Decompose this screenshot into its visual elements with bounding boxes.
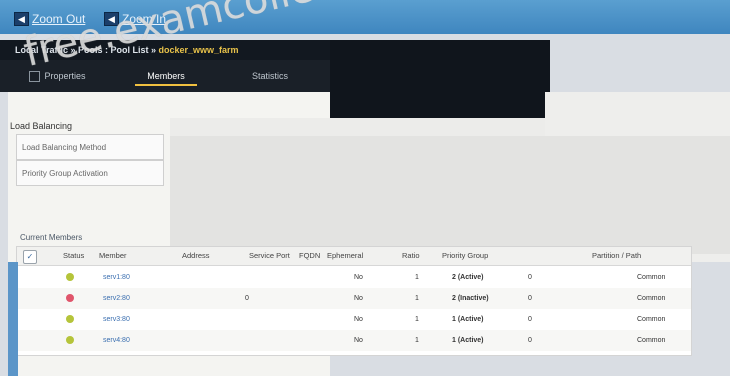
col-partition[interactable]: Partition / Path [592, 247, 641, 265]
ephemeral-cell: No [354, 316, 363, 323]
ephemeral-cell: No [354, 337, 363, 344]
priority-group-cell: 1 (Active) [452, 316, 484, 323]
tab-bar: Properties Members Statistics [0, 60, 330, 92]
select-all-checkbox[interactable]: ✓ [23, 250, 37, 264]
partition-cell: Common [637, 295, 666, 302]
redacted-area-top [170, 118, 545, 138]
current-members-title: Current Members [20, 233, 83, 242]
ephemeral-cell: No [354, 295, 363, 302]
zoom-out-label: Zoom Out [32, 12, 86, 26]
tab-members[interactable]: Members [135, 66, 197, 86]
header-dark-region [330, 40, 550, 126]
priority-group-activation-label: Priority Group Activation [16, 160, 164, 186]
tab-members-label: Members [147, 71, 185, 81]
partition-cell: Common [637, 274, 666, 281]
breadcrumb: Local Traffic » Pools : Pool List » dock… [0, 40, 330, 60]
status-icon [66, 273, 74, 281]
zoom-out-button[interactable]: ◀ Zoom Out [14, 11, 85, 27]
member-link[interactable]: serv1:80 [103, 267, 130, 288]
member-link[interactable]: serv3:80 [103, 309, 130, 330]
redacted-area [170, 136, 730, 254]
load-balancing-title: Load Balancing [10, 121, 73, 131]
connection-limit-cell: 0 [528, 337, 532, 344]
col-member[interactable]: Member [99, 247, 127, 265]
status-icon [66, 336, 74, 344]
zoom-in-label: Zoom In [122, 12, 167, 26]
col-address[interactable]: Address [182, 247, 210, 265]
partition-cell: Common [637, 337, 666, 344]
member-link[interactable]: serv4:80 [103, 330, 130, 351]
priority-group-cell: 2 (Active) [452, 274, 484, 281]
table-row[interactable]: serv3:80 No 1 1 (Active) 0 Common [17, 309, 691, 330]
member-link[interactable]: serv2:80 [103, 288, 130, 309]
col-ratio[interactable]: Ratio [402, 247, 420, 265]
gear-icon [29, 71, 41, 83]
ratio-cell: 1 [415, 295, 419, 302]
breadcrumb-current: docker_www_farm [158, 45, 239, 55]
ephemeral-cell: No [354, 274, 363, 281]
partition-cell: Common [637, 316, 666, 323]
load-balancing-method-label: Load Balancing Method [16, 134, 164, 160]
col-priority-group[interactable]: Priority Group [442, 247, 488, 265]
table-header: ✓ Status Member Address Service Port FQD… [17, 247, 691, 266]
priority-group-cell: 1 (Active) [452, 337, 484, 344]
service-port-cell: 0 [245, 295, 249, 302]
zoom-out-icon: ◀ [14, 12, 29, 26]
table-row[interactable]: serv1:80 No 1 2 (Active) 0 Common [17, 267, 691, 288]
ratio-cell: 1 [415, 337, 419, 344]
col-service-port[interactable]: Service Port [249, 247, 290, 265]
tab-properties-label: Properties [44, 71, 86, 81]
col-fqdn[interactable]: FQDN [299, 247, 320, 265]
zoom-in-icon: ◀ [104, 12, 119, 26]
ratio-cell: 1 [415, 316, 419, 323]
connection-limit-cell: 0 [528, 274, 532, 281]
col-ephemeral[interactable]: Ephemeral [327, 247, 363, 265]
status-icon [66, 294, 74, 302]
top-toolbar: ◀ Zoom Out ◀ Zoom In [0, 0, 730, 34]
tab-statistics-label: Statistics [251, 71, 288, 81]
zoom-in-button[interactable]: ◀ Zoom In [104, 11, 166, 27]
col-status[interactable]: Status [63, 247, 84, 265]
status-icon [66, 315, 74, 323]
left-scrollbar[interactable] [8, 262, 18, 376]
ratio-cell: 1 [415, 274, 419, 281]
members-table: ✓ Status Member Address Service Port FQD… [16, 246, 692, 356]
connection-limit-cell: 0 [528, 316, 532, 323]
breadcrumb-path[interactable]: Local Traffic » Pools : Pool List » [15, 45, 159, 55]
tab-properties[interactable]: Properties [10, 66, 105, 86]
tab-statistics[interactable]: Statistics [225, 66, 315, 86]
priority-group-cell: 2 (Inactive) [452, 295, 489, 302]
table-row[interactable]: serv2:80 0 No 1 2 (Inactive) 0 Common [17, 288, 691, 309]
connection-limit-cell: 0 [528, 295, 532, 302]
table-row[interactable]: serv4:80 No 1 1 (Active) 0 Common [17, 330, 691, 351]
